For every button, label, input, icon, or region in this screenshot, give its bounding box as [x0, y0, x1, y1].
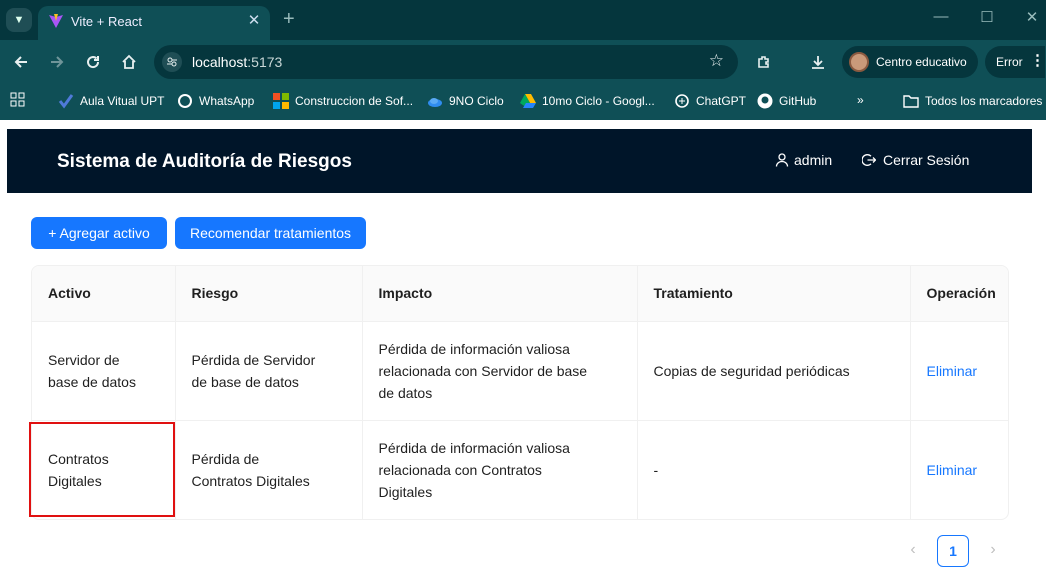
bookmark-whatsapp[interactable]: WhatsApp — [177, 93, 254, 109]
bookmark-all-folder[interactable]: Todos los marcadores — [903, 93, 1042, 109]
address-bar[interactable]: localhost:5173 ☆ — [154, 45, 738, 79]
bookmark-10mo-ciclo[interactable]: 10mo Ciclo - Googl... — [520, 93, 655, 109]
bookmark-label: 9NO Ciclo — [449, 94, 504, 108]
more-options-icon[interactable]: ⋮ — [1030, 51, 1045, 69]
tab-title: Vite + React — [71, 14, 142, 29]
table-row: Servidor de base de datos Pérdida de Ser… — [32, 321, 1008, 421]
page-title: Sistema de Auditoría de Riesgos — [57, 151, 352, 172]
column-header-impacto: Impacto — [362, 266, 638, 322]
bookmark-label: Construccion de Sof... — [295, 94, 414, 108]
window-close-icon[interactable]: ✕ — [1022, 8, 1042, 26]
cell-activo-text: Servidor de base de datos — [48, 351, 136, 390]
profile-button[interactable]: Centro educativo — [842, 46, 978, 78]
avatar — [849, 52, 869, 72]
bookmark-label: Aula Vitual UPT — [80, 94, 165, 108]
cell-impacto-text: Pérdida de información valiosa relaciona… — [378, 340, 588, 401]
add-asset-button[interactable]: + Agregar activo — [31, 217, 167, 249]
user-icon — [775, 153, 789, 167]
column-header-riesgo: Riesgo — [175, 266, 363, 322]
cell-riesgo: Pérdida de Contratos Digitales — [175, 420, 363, 519]
maximize-icon[interactable]: ☐ — [977, 8, 997, 26]
app-header: Sistema de Auditoría de Riesgos admin Ce… — [7, 129, 1032, 193]
pagination-page[interactable]: 1 — [937, 535, 969, 567]
page-viewport: Sistema de Auditoría de Riesgos admin Ce… — [0, 120, 1046, 584]
minimize-icon[interactable]: — — [931, 8, 951, 25]
reload-icon[interactable] — [82, 51, 104, 73]
error-label: Error — [996, 55, 1023, 69]
cell-riesgo: Pérdida de Servidor de base de datos — [175, 321, 363, 421]
logout-button[interactable]: Cerrar Sesión — [862, 152, 969, 168]
browser-tab-bar: ▼ Vite + React ✕ + — ☐ ✕ — [0, 0, 1046, 40]
risk-table: Activo Riesgo Impacto Tratamiento Operac… — [31, 265, 1009, 520]
error-button[interactable]: Error ⋮ — [985, 46, 1045, 78]
delete-link-label[interactable]: Eliminar — [927, 462, 978, 478]
cell-tratamiento: - — [637, 420, 911, 519]
bookmark-construccion[interactable]: Construccion de Sof... — [273, 93, 413, 109]
cell-activo: Contratos Digitales — [32, 420, 176, 519]
back-icon[interactable] — [10, 51, 32, 73]
delete-link[interactable]: Eliminar — [910, 420, 1008, 519]
chevron-down-icon: ▼ — [13, 14, 25, 26]
bookmarks-bar: Aula Vitual UPT WhatsApp Construccion de… — [0, 84, 1046, 120]
bookmark-9no-ciclo[interactable]: 9NO Ciclo — [427, 93, 504, 109]
download-icon[interactable] — [807, 51, 829, 73]
new-tab-icon[interactable]: + — [283, 8, 295, 31]
cell-impacto-text: Pérdida de información valiosa relaciona… — [378, 439, 570, 500]
folder-icon — [903, 95, 919, 108]
column-header-activo: Activo — [32, 266, 176, 322]
onedrive-icon — [428, 98, 442, 107]
url-port: :5173 — [247, 54, 283, 70]
cell-riesgo-text: Pérdida de Contratos Digitales — [191, 450, 310, 489]
cell-activo-text: Contratos Digitales — [48, 450, 109, 489]
forward-icon[interactable] — [46, 51, 68, 73]
delete-link-label[interactable]: Eliminar — [927, 363, 978, 379]
bookmark-label: GitHub — [779, 94, 817, 108]
url-text[interactable]: localhost:5173 — [192, 54, 282, 70]
browser-toolbar: localhost:5173 ☆ Centro educativo Error … — [0, 40, 1046, 84]
table-row: Contratos Digitales Pérdida de Contratos… — [32, 420, 1008, 519]
logout-label: Cerrar Sesión — [883, 152, 970, 168]
table-header-row: Activo Riesgo Impacto Tratamiento Operac… — [32, 266, 1008, 322]
cell-riesgo-text: Pérdida de Servidor de base de datos — [191, 351, 316, 390]
tab-search-button[interactable]: ▼ — [6, 8, 32, 32]
bookmark-label: ChatGPT — [696, 94, 747, 108]
cell-tratamiento: Copias de seguridad periódicas — [637, 321, 911, 421]
bookmark-label: 10mo Ciclo - Googl... — [542, 94, 655, 108]
browser-tab[interactable]: Vite + React ✕ — [38, 6, 270, 40]
recommend-treatments-button[interactable]: Recomendar tratamientos — [175, 217, 366, 249]
logout-icon — [862, 154, 876, 166]
bookmark-label: WhatsApp — [199, 94, 255, 108]
bookmark-github[interactable]: GitHub — [757, 93, 816, 109]
url-host: localhost — [192, 54, 248, 70]
column-header-operacion: Operación — [910, 266, 1008, 322]
cell-impacto: Pérdida de información valiosa relaciona… — [362, 420, 638, 519]
bookmark-chatgpt[interactable]: ChatGPT — [674, 93, 746, 109]
delete-link[interactable]: Eliminar — [910, 321, 1008, 421]
bookmark-aula-virtual[interactable]: Aula Vitual UPT — [58, 93, 165, 109]
checkmark-icon — [58, 94, 74, 109]
profile-name: Centro educativo — [876, 55, 967, 69]
vite-icon — [49, 14, 63, 28]
chatgpt-icon — [675, 94, 689, 108]
pagination-prev-icon[interactable]: ‹ — [903, 540, 923, 560]
pagination-next-icon[interactable]: › — [983, 540, 1003, 560]
whatsapp-icon — [178, 94, 192, 108]
github-icon — [757, 93, 773, 109]
more-bookmarks-icon[interactable]: » — [857, 93, 864, 107]
user-menu[interactable]: admin — [775, 152, 832, 168]
user-label: admin — [794, 152, 833, 168]
site-info-icon[interactable] — [162, 52, 182, 72]
cell-activo: Servidor de base de datos — [32, 321, 176, 421]
extensions-icon[interactable] — [753, 51, 775, 73]
close-icon[interactable]: ✕ — [244, 11, 264, 29]
cell-impacto: Pérdida de información valiosa relaciona… — [362, 321, 638, 421]
bookmark-label: Todos los marcadores — [925, 94, 1043, 108]
google-drive-icon — [520, 94, 536, 108]
column-header-tratamiento: Tratamiento — [637, 266, 911, 322]
bookmark-star-icon[interactable]: ☆ — [709, 51, 724, 71]
microsoft-icon — [273, 93, 289, 109]
apps-grid-icon[interactable] — [10, 92, 26, 108]
home-icon[interactable] — [118, 51, 140, 73]
